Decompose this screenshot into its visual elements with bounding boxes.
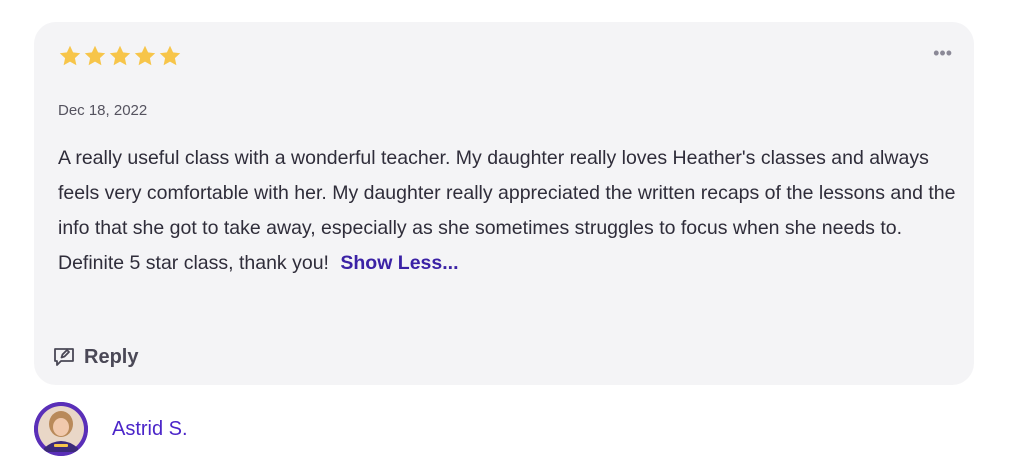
avatar[interactable]: [34, 402, 88, 456]
reply-label: Reply: [84, 345, 139, 368]
review-card: ••• Dec 18, 2022 A really useful class w…: [34, 22, 974, 385]
reviewer-name[interactable]: Astrid S.: [112, 418, 188, 441]
show-less-link[interactable]: Show Less...: [340, 246, 458, 281]
reviewer-info: Astrid S.: [34, 402, 188, 456]
star-icon: [108, 44, 132, 68]
review-text-block: A really useful class with a wonderful t…: [58, 141, 958, 281]
star-icon: [133, 44, 157, 68]
reply-icon: [52, 345, 76, 369]
star-icon: [158, 44, 182, 68]
reply-button[interactable]: Reply: [52, 345, 138, 369]
more-options-button[interactable]: •••: [933, 44, 952, 62]
review-date: Dec 18, 2022: [58, 102, 148, 119]
star-icon: [58, 44, 82, 68]
star-icon: [83, 44, 107, 68]
star-rating: [58, 44, 182, 68]
user-photo-icon: [34, 402, 88, 456]
more-icon: •••: [933, 43, 952, 63]
review-text: A really useful class with a wonderful t…: [58, 147, 956, 274]
